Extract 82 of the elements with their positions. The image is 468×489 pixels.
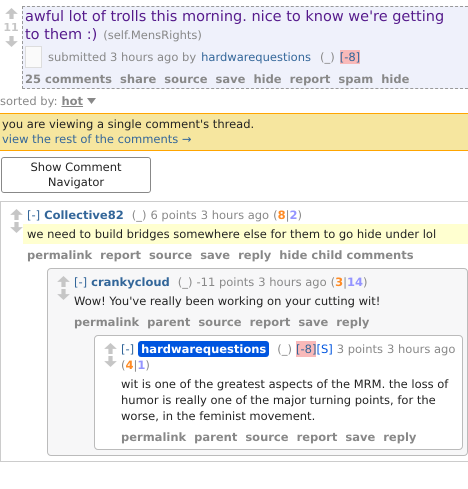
comment-body: we need to build bridges somewhere else for them to go hide under lol: [23, 224, 468, 244]
comment-action-link[interactable]: hide child comments: [279, 248, 414, 262]
post-action-link[interactable]: hide: [381, 72, 410, 86]
post-heading[interactable]: awful lot of trolls this morning. nice to know we're getting to them :) (self.MensRights): [25, 8, 466, 44]
upvote-count: 8: [278, 207, 286, 223]
post-action-link[interactable]: hide: [253, 72, 282, 86]
comment-action-link[interactable]: save: [298, 315, 328, 329]
vote-separator: ): [145, 357, 150, 373]
comment-action-link[interactable]: save: [345, 430, 376, 444]
post-action-link[interactable]: 25 comments: [25, 72, 112, 86]
user-flair: (_): [320, 50, 335, 64]
user-tag: [-8]: [296, 341, 316, 357]
vote-separator: (: [330, 274, 336, 290]
comment-action-link[interactable]: source: [245, 430, 289, 444]
vote-separator: (: [273, 207, 278, 223]
submitter-link[interactable]: [S]: [316, 341, 333, 357]
vote-separator: (: [121, 357, 126, 373]
author-link[interactable]: crankycloud: [91, 274, 170, 290]
user-tag: [-8]: [340, 50, 360, 64]
comment-time: 3 hours ago: [200, 207, 270, 223]
post-action-link[interactable]: source: [164, 72, 208, 86]
comment-action-link[interactable]: report: [100, 248, 141, 262]
comment-action-link[interactable]: report: [296, 430, 338, 444]
downvote-count: 2: [289, 207, 298, 223]
comment-action-link[interactable]: reply: [238, 248, 272, 262]
comment-body: Wow! You've really been working on your cutting wit!: [73, 293, 382, 310]
upvote-count: 4: [126, 357, 134, 373]
post-score: 11: [3, 21, 19, 34]
comment-action-link[interactable]: reply: [336, 315, 370, 329]
comment-points: -11 points: [196, 274, 254, 290]
vote-separator: |: [343, 274, 348, 290]
comment-body: wit is one of the greatest aspects of the MRM. the loss of humor is really one of the major turning points, for the worse, in the feminist movement.: [120, 376, 450, 425]
downvote-count: 1: [137, 357, 146, 373]
downvote-arrow-icon[interactable]: [4, 36, 18, 47]
user-flair: (_): [277, 341, 292, 357]
comment-points: 6 points: [150, 207, 197, 223]
post-action-link[interactable]: report: [290, 72, 330, 86]
notice-text: you are viewing a single comment's thread.: [2, 117, 256, 132]
comment-action-link[interactable]: reply: [383, 430, 416, 444]
comment-action-link[interactable]: permalink: [121, 430, 186, 444]
collapse-link[interactable]: [-]: [27, 207, 40, 223]
upvote-arrow-icon[interactable]: [4, 8, 18, 19]
downvote-arrow-icon[interactable]: [10, 222, 22, 233]
view-all-link[interactable]: view the rest of the comments →: [2, 132, 466, 147]
comment-action-link[interactable]: permalink: [74, 315, 140, 329]
upvote-count: 3: [335, 274, 344, 290]
comment-time: 3 hours ago: [387, 341, 456, 357]
user-flair: (_): [132, 207, 146, 223]
caret-icon[interactable]: [87, 98, 96, 104]
post-action-link[interactable]: save: [216, 72, 246, 86]
upvote-arrow-icon[interactable]: [10, 209, 22, 220]
comment-action-link[interactable]: source: [198, 315, 242, 329]
comment-action-link[interactable]: report: [250, 315, 290, 329]
vote-separator: |: [286, 207, 290, 223]
comment-action-link[interactable]: permalink: [27, 248, 92, 262]
author-link[interactable]: hardwarequestions: [138, 341, 270, 357]
downvote-arrow-icon[interactable]: [104, 356, 116, 367]
comment-navigator-button[interactable]: Show Comment Navigator: [1, 157, 151, 193]
vote-separator: |: [134, 357, 138, 373]
upvote-arrow-icon[interactable]: [104, 343, 116, 354]
sort-label: sorted by:: [0, 94, 58, 108]
comment-action-link[interactable]: parent: [147, 315, 190, 329]
collapse-link[interactable]: [-]: [121, 341, 134, 357]
author-link[interactable]: hardwarequestions: [201, 50, 311, 64]
collapse-link[interactable]: [-]: [74, 274, 88, 290]
comment-action-link[interactable]: parent: [194, 430, 238, 444]
comment-time: 3 hours ago: [258, 274, 327, 290]
submitted-text: submitted 3 hours ago by: [48, 50, 196, 64]
author-link[interactable]: Collective82: [44, 207, 124, 223]
upvote-arrow-icon[interactable]: [56, 276, 70, 287]
post-action-link[interactable]: spam: [338, 72, 374, 86]
comment-points: 3 points: [336, 341, 384, 357]
comment-action-link[interactable]: save: [200, 248, 230, 262]
downvote-count: 14: [347, 274, 364, 290]
text-post-icon: [25, 46, 42, 68]
comment-action-link[interactable]: source: [148, 248, 192, 262]
sort-dropdown[interactable]: hot: [61, 94, 84, 108]
post-action-link[interactable]: share: [120, 72, 156, 86]
vote-separator: ): [363, 274, 368, 290]
vote-separator: ): [298, 207, 302, 223]
downvote-arrow-icon[interactable]: [56, 289, 70, 300]
user-flair: (_): [178, 274, 193, 290]
